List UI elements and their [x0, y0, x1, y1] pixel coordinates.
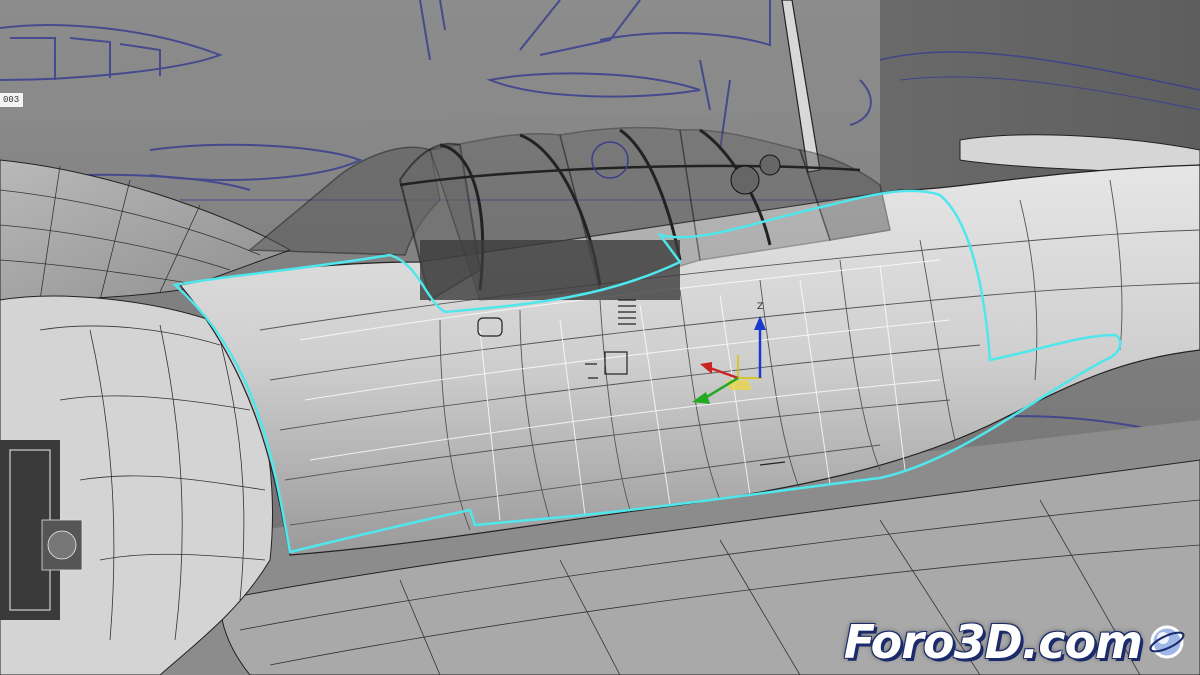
object-name-label: 003 — [0, 92, 25, 108]
gizmo-z-label: Z — [757, 302, 764, 312]
3d-viewport[interactable]: 003 Z Foro3D.com — [0, 0, 1200, 675]
globe-icon — [1149, 625, 1185, 659]
watermark-text: Foro3D.com — [843, 615, 1143, 669]
blueprint-wall — [0, 0, 880, 130]
viewport-scene[interactable] — [0, 0, 1200, 675]
watermark: Foro3D.com — [844, 615, 1186, 669]
